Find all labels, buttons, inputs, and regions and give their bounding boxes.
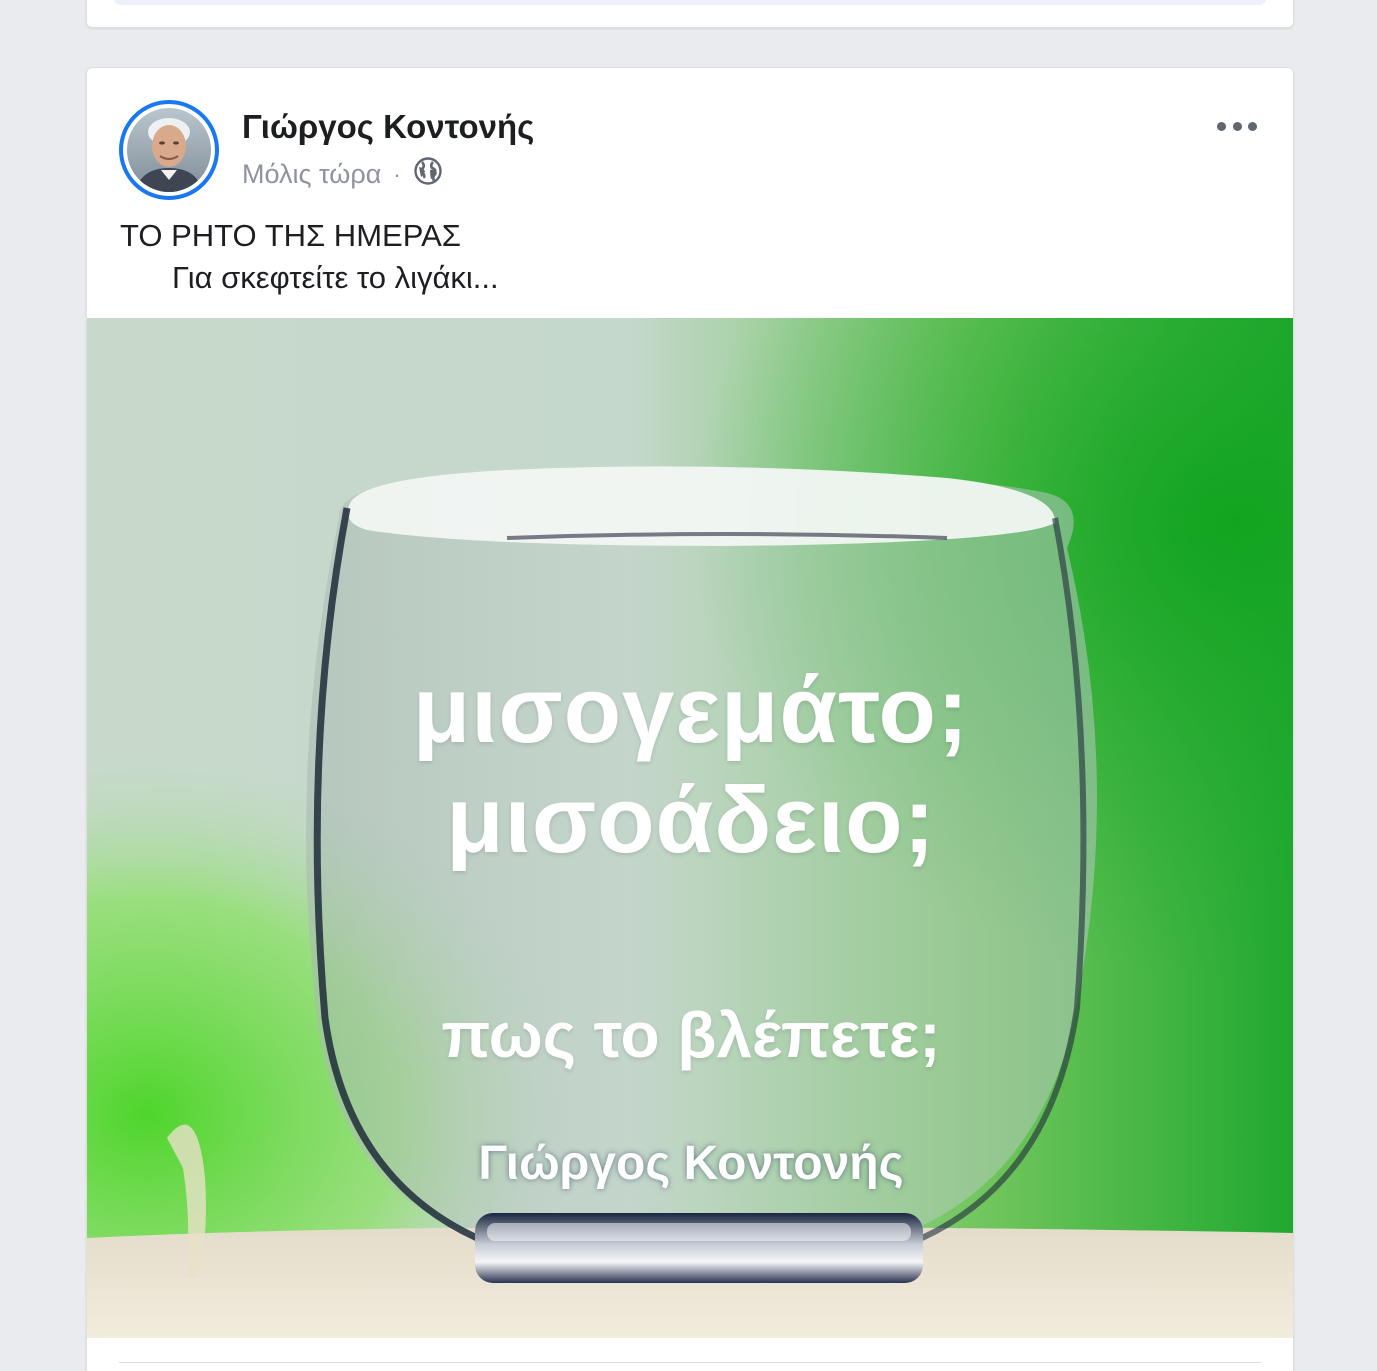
more-dot xyxy=(1232,121,1242,131)
post-text-line: Για σκεφτείτε το λιγάκι... xyxy=(172,260,499,295)
avatar xyxy=(127,108,211,192)
image-signature: Γιώργος Κοντονής xyxy=(478,1137,904,1190)
previous-post-bottom-bar xyxy=(113,0,1267,5)
more-dot xyxy=(1248,121,1257,131)
image-text-line2: μισοάδειο; xyxy=(446,767,936,872)
post-meta: Μόλις τώρα · xyxy=(242,156,443,193)
author-name-link[interactable]: Γιώργος Κοντονής xyxy=(242,108,534,146)
image-text-line1: μισογεμάτο; xyxy=(412,657,970,762)
post-timestamp[interactable]: Μόλις τώρα xyxy=(242,159,381,190)
post-text: ΤΟ ΡΗΤΟ ΤΗΣ ΗΜΕΡΑΣ Για σκεφτείτε το λιγά… xyxy=(120,215,499,299)
meta-separator: · xyxy=(393,161,401,187)
image-text-line3: πως το βλέπετε; xyxy=(441,999,941,1071)
more-options-icon[interactable] xyxy=(1217,116,1257,136)
more-dot xyxy=(1217,121,1226,131)
previous-post-card xyxy=(86,0,1294,28)
author-avatar[interactable] xyxy=(119,100,219,200)
post-text-line: ΤΟ ΡΗΤΟ ΤΗΣ ΗΜΕΡΑΣ xyxy=(120,218,461,253)
post-image[interactable]: μισογεμάτο; μισοάδειο; πως το βλέπετε; Γ… xyxy=(87,318,1293,1338)
post-divider xyxy=(119,1362,1261,1363)
post-card: Γιώργος Κοντονής Μόλις τώρα · ΤΟ ΡΗΤΟ ΤΗ… xyxy=(86,67,1294,1371)
globe-icon xyxy=(413,156,443,193)
